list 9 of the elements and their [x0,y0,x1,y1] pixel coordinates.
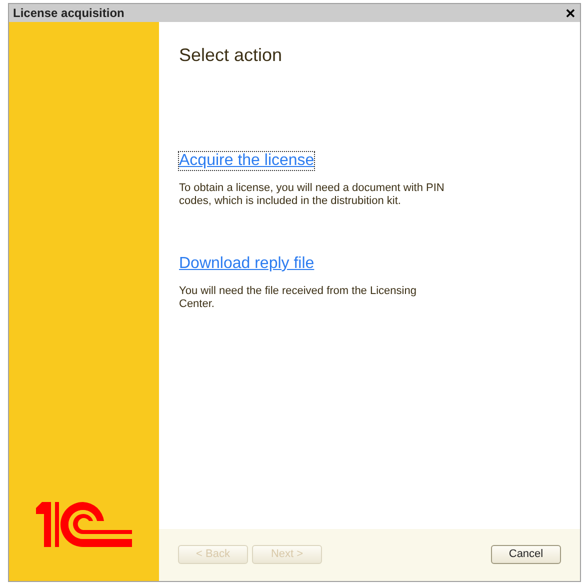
window-title: License acquisition [13,5,124,22]
action-link[interactable]: Acquire the license [179,152,314,170]
action-description: You will need the file received from the Licensing Center. [179,285,418,311]
logo-icon [36,499,132,547]
close-button[interactable]: ✕ [565,6,576,20]
dialog-button[interactable]: Cancel [491,544,561,564]
action-description: To obtain a license, you will need a document with PIN codes, which is included in the distrubition kit. [179,182,446,208]
page-heading: Select action [179,44,284,67]
action-link[interactable]: Download reply file [179,255,314,273]
